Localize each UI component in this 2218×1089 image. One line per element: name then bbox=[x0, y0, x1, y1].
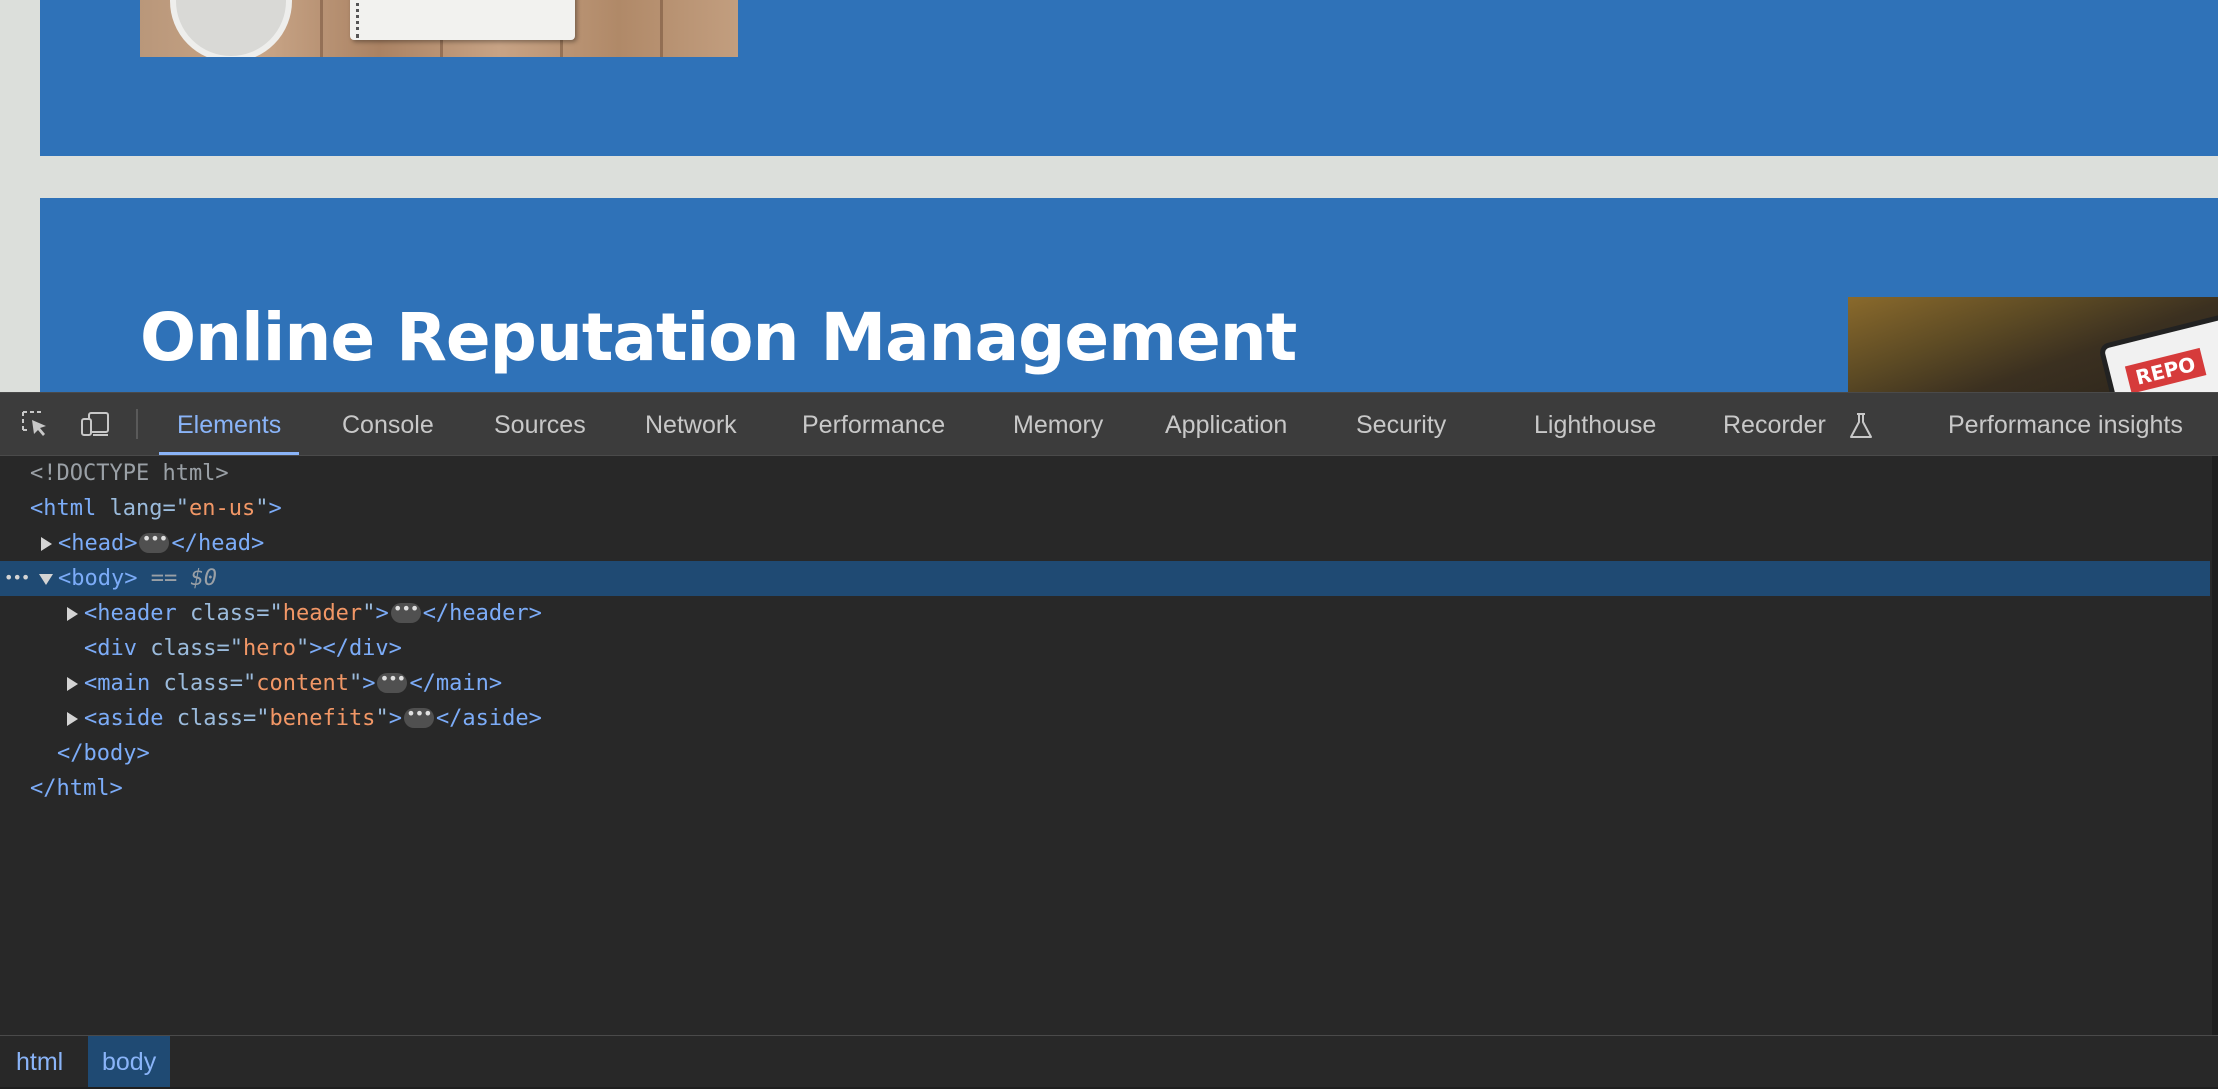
collapse-arrow-icon[interactable] bbox=[37, 561, 57, 596]
tab-security[interactable]: Security bbox=[1356, 393, 1446, 455]
expand-arrow-icon[interactable] bbox=[63, 596, 83, 631]
inspect-element-icon[interactable] bbox=[20, 409, 50, 439]
toolbar-separator bbox=[136, 409, 138, 439]
expand-arrow-icon[interactable] bbox=[63, 666, 83, 701]
breadcrumb-html[interactable]: html bbox=[2, 1036, 77, 1087]
tab-recorder[interactable]: Recorder bbox=[1723, 393, 1826, 455]
head-open-tag: <head> bbox=[58, 531, 138, 556]
tab-lighthouse[interactable]: Lighthouse bbox=[1534, 393, 1656, 455]
selected-marker: == $0 bbox=[150, 566, 217, 591]
content-class-value: content bbox=[256, 671, 349, 696]
expand-arrow-icon[interactable] bbox=[37, 526, 57, 561]
dom-row-html[interactable]: <html lang="en-us"> bbox=[0, 491, 2210, 526]
page-viewport: Online Reputation Management REPO bbox=[0, 0, 2218, 392]
dom-row-html-close[interactable]: </html> bbox=[0, 771, 2210, 806]
row-more-icon[interactable]: ••• bbox=[4, 561, 30, 596]
device-toolbar-icon[interactable] bbox=[80, 409, 110, 439]
collapsed-ellipsis-icon[interactable] bbox=[390, 603, 421, 623]
dom-tree: <!DOCTYPE html> <html lang="en-us"> <hea… bbox=[0, 456, 2210, 1036]
dom-tree-scrollbar[interactable] bbox=[2212, 456, 2218, 1036]
lang-attr-value: en-us bbox=[188, 496, 256, 521]
coffee-cup-shape bbox=[170, 0, 292, 57]
collapsed-ellipsis-icon[interactable] bbox=[377, 673, 408, 693]
dom-row-header[interactable]: <header class="header"></header> bbox=[0, 596, 2210, 631]
body-open-tag: <body> bbox=[58, 566, 138, 591]
desk-photo-image bbox=[140, 0, 738, 57]
tab-console[interactable]: Console bbox=[342, 393, 434, 455]
report-tablet-image: REPO bbox=[1848, 297, 2218, 392]
devtools-toolbar: Elements Console Sources Network Perform… bbox=[0, 393, 2218, 456]
page-heading: Online Reputation Management bbox=[140, 299, 1297, 376]
doctype-text: <!DOCTYPE html> bbox=[30, 461, 229, 486]
header-class-value: header bbox=[282, 601, 363, 626]
notebook-shape bbox=[350, 0, 575, 40]
tab-application[interactable]: Application bbox=[1165, 393, 1287, 455]
expand-arrow-icon[interactable] bbox=[63, 701, 83, 736]
dom-row-doctype[interactable]: <!DOCTYPE html> bbox=[0, 456, 2210, 491]
tab-elements[interactable]: Elements bbox=[158, 393, 300, 455]
dom-row-main[interactable]: <main class="content"></main> bbox=[0, 666, 2210, 701]
dom-row-head[interactable]: <head> </head> bbox=[0, 526, 2210, 561]
tab-sources[interactable]: Sources bbox=[494, 393, 586, 455]
dom-row-body-close[interactable]: </body> bbox=[0, 736, 2210, 771]
collapsed-ellipsis-icon[interactable] bbox=[403, 708, 434, 728]
dom-row-hero-div[interactable]: <div class="hero"></div> bbox=[0, 631, 2210, 666]
breadcrumb: html body bbox=[0, 1035, 2218, 1087]
html-open-tag: <html bbox=[30, 496, 97, 521]
head-close-tag: </head> bbox=[171, 531, 265, 556]
benefits-class-value: benefits bbox=[269, 706, 376, 731]
lang-attr-name: lang bbox=[109, 496, 163, 521]
tab-performance[interactable]: Performance bbox=[802, 393, 945, 455]
report-label: REPO bbox=[2124, 347, 2207, 392]
collapsed-ellipsis-icon[interactable] bbox=[139, 533, 170, 553]
tab-network[interactable]: Network bbox=[645, 393, 737, 455]
breadcrumb-body[interactable]: body bbox=[88, 1036, 171, 1087]
tab-memory[interactable]: Memory bbox=[1013, 393, 1103, 455]
tab-performance-insights[interactable]: Performance insights bbox=[1948, 393, 2183, 455]
devtools-panel: Elements Console Sources Network Perform… bbox=[0, 392, 2218, 1087]
hero-class-value: hero bbox=[242, 636, 296, 661]
flask-icon bbox=[1850, 413, 1872, 438]
dom-row-body[interactable]: ••• <body> == $0 bbox=[0, 561, 2210, 596]
dom-row-aside[interactable]: <aside class="benefits"></aside> bbox=[0, 701, 2210, 736]
